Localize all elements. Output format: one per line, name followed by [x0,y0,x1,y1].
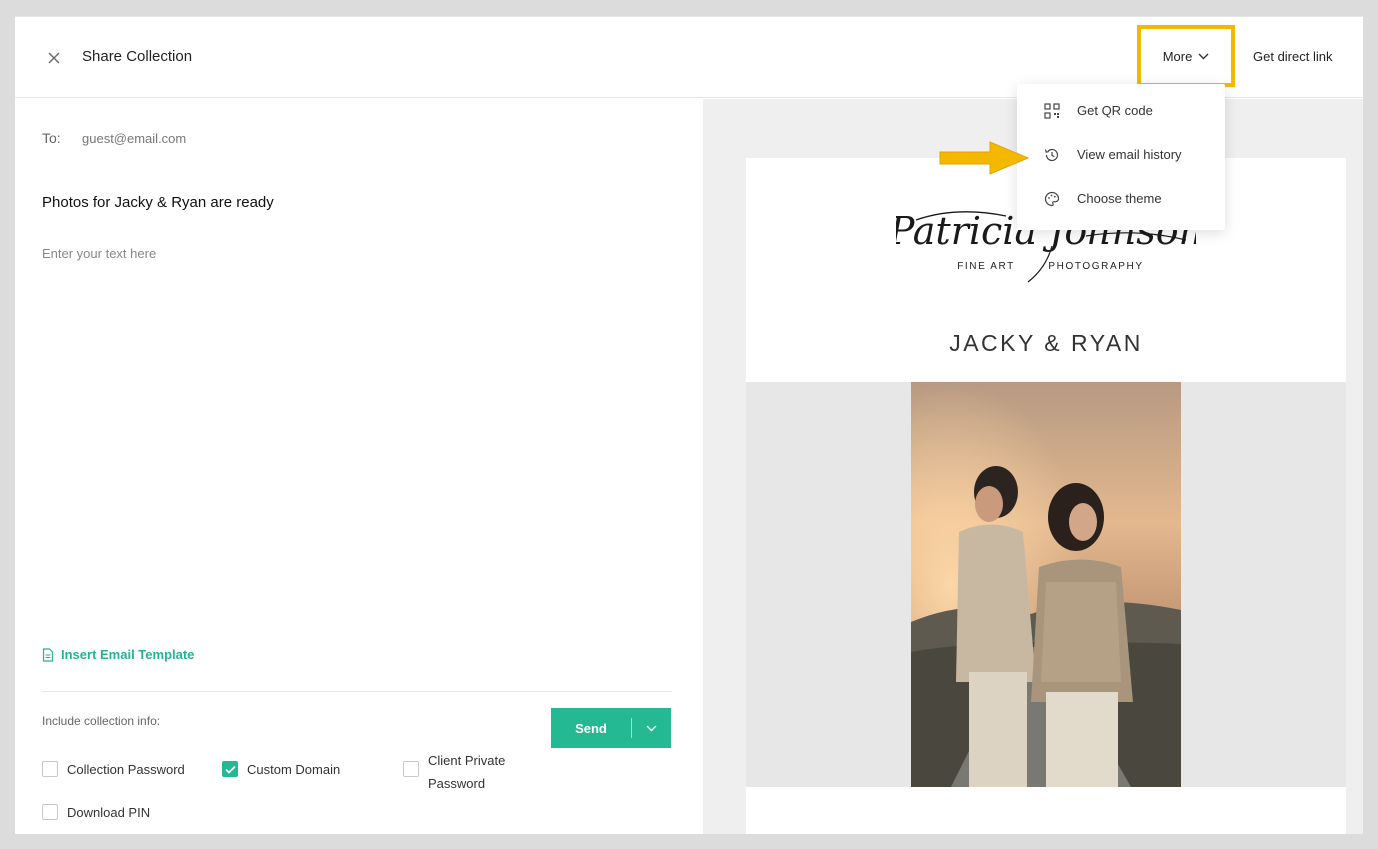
checkbox-label: Collection Password [67,762,185,777]
cover-photo-band [746,382,1346,787]
cover-photo-image [911,382,1181,787]
more-button[interactable]: More [1137,25,1235,87]
palette-icon [1044,191,1060,207]
document-icon [42,647,54,662]
divider [42,691,671,692]
checkbox-label: Client Private Password [428,753,506,791]
menu-item-view-email-history[interactable]: View email history [1017,135,1225,175]
get-direct-link-button[interactable]: Get direct link [1253,49,1332,64]
menu-item-choose-theme[interactable]: Choose theme [1017,179,1225,219]
annotation-arrow-icon [939,141,1030,175]
couple-name: JACKY & RYAN [949,330,1143,356]
cover-photo [911,382,1181,787]
send-options-dropdown[interactable] [632,725,671,732]
close-button[interactable] [44,48,64,68]
insert-email-template-button[interactable]: Insert Email Template [42,647,194,662]
email-preview-card: Patricia Johnson FINE ART PHOTOGRAPHY JA… [746,158,1346,834]
menu-item-label: View email history [1077,147,1182,162]
chevron-down-icon [646,725,657,731]
checkbox-box[interactable] [403,761,419,777]
custom-domain-checkbox[interactable]: Custom Domain [222,761,340,781]
menu-item-get-qr-code[interactable]: Get QR code [1017,91,1225,131]
qr-code-icon [1044,103,1060,119]
send-button[interactable]: Send [551,708,671,748]
more-dropdown-menu: Get QR code View email history Choose th… [1017,84,1225,230]
download-pin-checkbox[interactable]: Download PIN [42,804,150,824]
checkbox-label: Download PIN [67,805,151,820]
insert-email-template-label: Insert Email Template [61,647,195,662]
menu-item-label: Get QR code [1077,103,1153,118]
close-icon [48,52,60,64]
brand-sub-right: PHOTOGRAPHY [1048,261,1143,272]
send-button-label: Send [575,720,607,736]
menu-item-label: Choose theme [1077,191,1162,206]
compose-panel: To: guest@email.com Photos for Jacky & R… [15,99,703,834]
to-label: To: [42,130,61,146]
checkmark-icon [224,765,236,774]
checkbox-label: Custom Domain [247,762,341,777]
recipient-input[interactable]: guest@email.com [82,131,186,146]
more-button-label: More [1162,48,1193,64]
subject-input[interactable]: Photos for Jacky & Ryan are ready [42,194,274,211]
chevron-down-icon [1198,53,1209,59]
include-collection-info-label: Include collection info: [42,714,161,728]
client-private-password-checkbox[interactable]: Client Private Password [403,753,523,795]
history-icon [1044,148,1059,162]
collection-password-checkbox[interactable]: Collection Password [42,761,185,781]
checkbox-box-checked[interactable] [222,761,238,777]
checkbox-box[interactable] [42,761,58,777]
checkbox-box[interactable] [42,804,58,820]
brand-sub-left: FINE ART [957,261,1015,272]
page-title: Share Collection [82,48,193,65]
message-body-input[interactable]: Enter your text here [42,246,156,261]
